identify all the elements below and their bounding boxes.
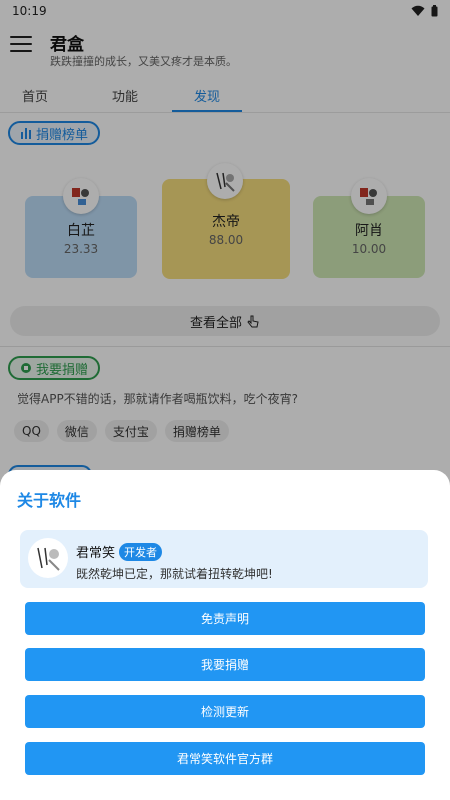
developer-avatar [28,538,68,578]
donate-button[interactable]: 我要捐赠 [25,648,425,681]
official-group-button[interactable]: 君常笑软件官方群 [25,742,425,775]
developer-name-row: 君常笑 开发者 [76,542,163,561]
developer-card[interactable]: 君常笑 开发者 既然乾坤已定，那就试着扭转乾坤吧! [20,530,428,588]
developer-motto: 既然乾坤已定，那就试着扭转乾坤吧! [76,567,273,581]
about-bottom-sheet: 关于软件 君常笑 开发者 既然乾坤已定，那就试着扭转乾坤吧! 免责声明 我要捐赠… [0,470,450,800]
disclaimer-button[interactable]: 免责声明 [25,602,425,635]
developer-name: 君常笑 [76,546,116,561]
avatar-image-icon [37,547,60,571]
check-update-button[interactable]: 检测更新 [25,695,425,728]
developer-badge: 开发者 [119,542,163,561]
sheet-title: 关于软件 [17,491,82,510]
